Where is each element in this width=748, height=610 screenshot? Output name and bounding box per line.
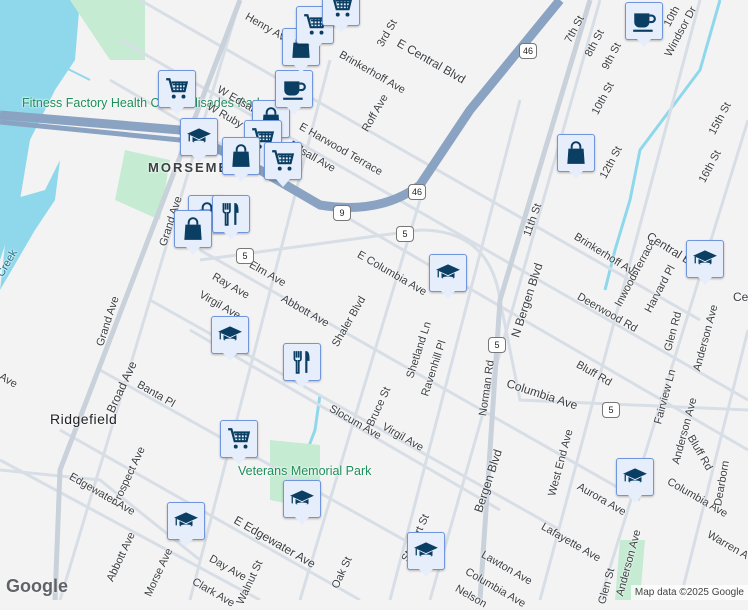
marker-shopping-bag[interactable] [557,134,595,179]
marker-graduation-cap[interactable] [407,532,445,577]
marker-shopping-cart[interactable] [220,420,258,465]
shopping-bag-icon [180,216,206,242]
coffee-icon [281,76,307,102]
street-label: Ce [733,290,748,304]
coffee-icon [631,8,657,34]
marker-shopping-bag[interactable] [174,210,212,255]
graduation-cap-icon [186,124,212,150]
marker-graduation-cap[interactable] [180,118,218,163]
shopping-cart-icon [270,148,296,174]
route-shield-5: 5 [396,226,414,242]
marker-graduation-cap[interactable] [283,480,321,525]
marker-coffee[interactable] [625,2,663,47]
marker-shopping-cart[interactable] [264,142,302,187]
marker-shopping-bag[interactable] [222,137,260,182]
marker-graduation-cap[interactable] [167,502,205,547]
route-shield-46: 46 [519,43,537,59]
marker-restaurant[interactable] [283,343,321,388]
graduation-cap-icon [173,508,199,534]
poi-label-veterans-park[interactable]: Veterans Memorial Park [238,464,371,478]
marker-coffee[interactable] [275,70,313,115]
graduation-cap-icon [217,322,243,348]
route-shield-5: 5 [236,248,254,264]
graduation-cap-icon [413,538,439,564]
shopping-bag-icon [563,140,589,166]
marker-restaurant[interactable] [212,195,250,240]
marker-graduation-cap[interactable] [211,316,249,361]
shopping-cart-icon [328,0,354,20]
fork-knife-icon [218,201,244,227]
marker-shopping-cart[interactable] [158,70,196,115]
shopping-cart-icon [226,426,252,452]
marker-graduation-cap[interactable] [616,458,654,503]
marker-shopping-cart[interactable] [322,0,360,33]
fork-knife-icon [289,349,315,375]
route-shield-46: 46 [408,184,426,200]
marker-graduation-cap[interactable] [429,254,467,299]
graduation-cap-icon [622,464,648,490]
marker-graduation-cap[interactable] [686,240,724,285]
map-attribution[interactable]: Map data ©2025 Google [630,585,748,600]
route-shield-9: 9 [333,205,351,221]
graduation-cap-icon [435,260,461,286]
shopping-bag-icon [228,143,254,169]
graduation-cap-icon [289,486,315,512]
route-shield-5: 5 [488,337,506,353]
place-label-ridgefield: Ridgefield [50,411,118,427]
google-logo[interactable]: Google [6,576,68,597]
route-shield-5: 5 [602,402,620,418]
shopping-cart-icon [164,76,190,102]
graduation-cap-icon [692,246,718,272]
